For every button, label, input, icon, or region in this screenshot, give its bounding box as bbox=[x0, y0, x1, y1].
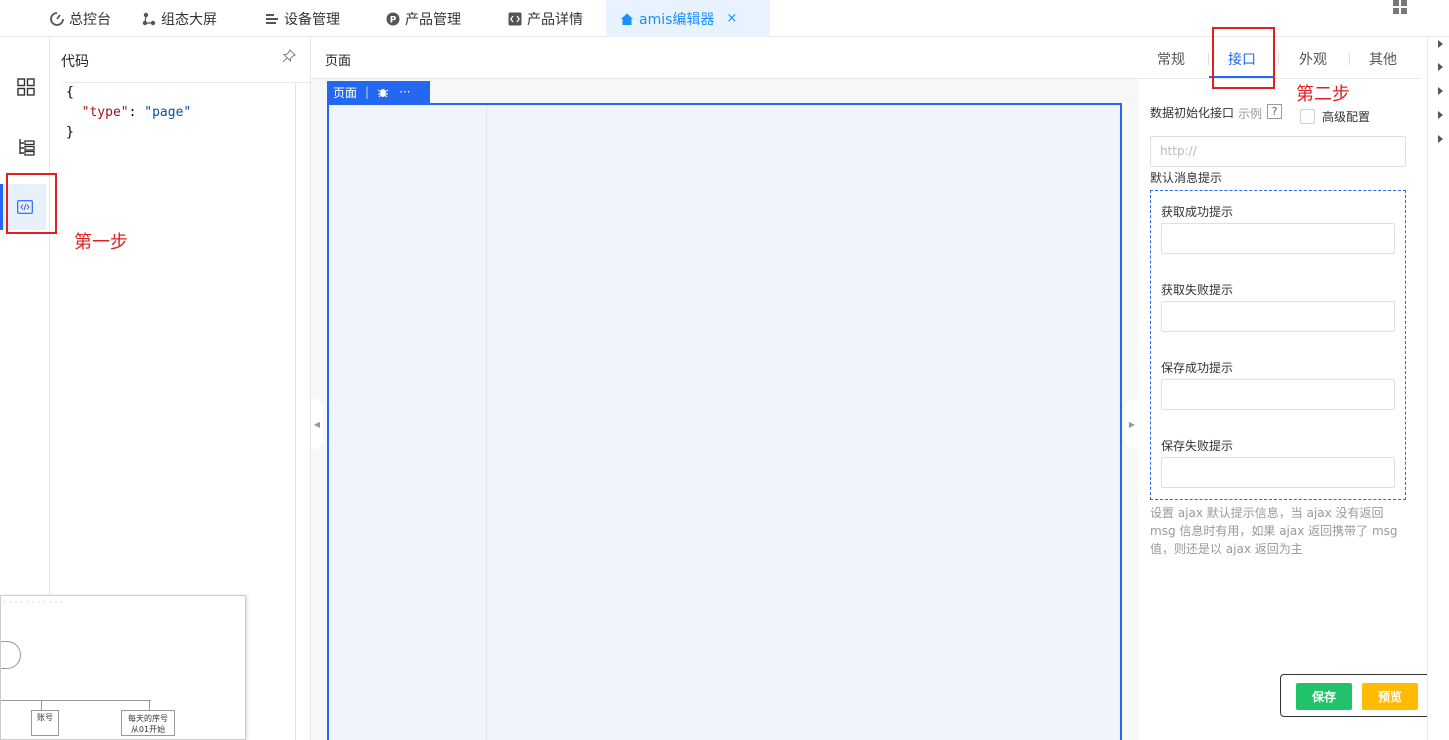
expand-arrow-icon[interactable] bbox=[1438, 87, 1443, 95]
tab-label: amis编辑器 bbox=[639, 11, 715, 28]
collapse-right-icon[interactable]: ▶ bbox=[1126, 399, 1138, 449]
canvas-title: 页面 bbox=[325, 54, 352, 69]
step2-highlight-box bbox=[1212, 27, 1275, 89]
diagram-thumbnail: · · · · · · · · · · · 账号 每天的序号 从01开始 bbox=[0, 595, 246, 740]
tab-appearance[interactable]: 外观 bbox=[1299, 49, 1327, 69]
expand-arrow-icon[interactable] bbox=[1438, 40, 1443, 48]
tab-amis-editor[interactable]: amis编辑器 × bbox=[606, 0, 770, 37]
code-line: } bbox=[66, 125, 74, 140]
page-chip-label: 页面 bbox=[333, 85, 358, 100]
code-value: "page" bbox=[144, 105, 192, 120]
code-icon bbox=[508, 12, 522, 26]
editor-canvas: 页面 页面 | ··· ◀ ▶ bbox=[311, 37, 1138, 740]
tab-divider bbox=[1349, 53, 1350, 65]
save-success-label: 保存成功提示 bbox=[1161, 361, 1234, 375]
expand-arrow-icon[interactable] bbox=[1438, 135, 1443, 143]
fetch-success-label: 获取成功提示 bbox=[1161, 205, 1234, 219]
components-grid-icon bbox=[17, 78, 35, 96]
tab-label: 设备管理 bbox=[284, 11, 340, 28]
fetch-success-input[interactable] bbox=[1161, 223, 1395, 254]
step1-highlight-box bbox=[6, 173, 57, 234]
diagram-node: 每天的序号 从01开始 bbox=[121, 710, 175, 736]
tab-other[interactable]: 其他 bbox=[1369, 49, 1397, 69]
tab-divider bbox=[1208, 53, 1209, 65]
save-success-input[interactable] bbox=[1161, 379, 1395, 410]
preview-button[interactable]: 预览 bbox=[1362, 683, 1418, 710]
diagram-node-text: 从01开始 bbox=[130, 725, 166, 734]
expand-arrow-icon[interactable] bbox=[1438, 63, 1443, 71]
diagram-connector bbox=[41, 700, 42, 710]
tab-dashboard[interactable]: 总控台 bbox=[50, 0, 111, 37]
message-config-group: 获取成功提示 获取失败提示 保存成功提示 保存失败提示 bbox=[1150, 190, 1406, 500]
default-msg-label: 默认消息提示 bbox=[1150, 171, 1223, 185]
code-line: { bbox=[66, 85, 74, 100]
settings-tabs: 常规 接口 外观 其他 bbox=[1138, 37, 1420, 79]
apps-grid-icon[interactable] bbox=[1393, 0, 1407, 14]
svg-text:P: P bbox=[390, 15, 397, 25]
init-api-url-input[interactable]: http:// bbox=[1150, 136, 1406, 167]
init-api-label: 数据初始化接口 bbox=[1150, 106, 1235, 120]
chip-divider: | bbox=[365, 85, 370, 99]
diagram-node: 账号 bbox=[31, 710, 59, 736]
tab-device-management[interactable]: 设备管理 bbox=[265, 0, 340, 37]
advanced-config-label: 高级配置 bbox=[1322, 110, 1371, 124]
collapse-left-icon[interactable]: ◀ bbox=[311, 399, 323, 449]
dashboard-icon bbox=[50, 11, 64, 26]
home-icon bbox=[620, 12, 634, 26]
action-bar: 保存 预览 bbox=[1280, 674, 1428, 717]
diagram-node bbox=[1, 641, 21, 669]
tab-label: 总控台 bbox=[69, 11, 111, 28]
expand-arrow-icon[interactable] bbox=[1438, 111, 1443, 119]
pin-icon[interactable] bbox=[282, 49, 296, 67]
advanced-config-checkbox[interactable] bbox=[1300, 109, 1315, 124]
code-scrollbar[interactable] bbox=[295, 83, 296, 740]
page-component-frame[interactable] bbox=[327, 103, 1122, 740]
page-selection-chip[interactable]: 页面 | ··· bbox=[327, 81, 430, 103]
tab-label: 产品管理 bbox=[405, 11, 461, 28]
tab-label: 产品详情 bbox=[527, 11, 583, 28]
right-side-strip bbox=[1427, 37, 1449, 740]
rail-outline-button[interactable] bbox=[3, 124, 49, 170]
help-icon[interactable]: ? bbox=[1267, 104, 1282, 119]
product-icon: P bbox=[386, 12, 400, 26]
settings-panel: 常规 接口 外观 其他 数据初始化接口 示例 ? 高级配置 http:// 默认… bbox=[1138, 37, 1427, 740]
code-key: "type" bbox=[81, 105, 129, 120]
page-aside-region bbox=[329, 105, 487, 740]
thumbnail-faint-text: · · · · · · · · · · · bbox=[3, 598, 64, 608]
tab-general[interactable]: 常规 bbox=[1157, 49, 1185, 69]
tab-product-management[interactable]: P 产品管理 bbox=[386, 0, 461, 37]
nodes-icon bbox=[142, 12, 156, 26]
fetch-failed-label: 获取失败提示 bbox=[1161, 283, 1234, 297]
tab-label: 组态大屏 bbox=[161, 11, 217, 28]
example-link[interactable]: 示例 bbox=[1238, 105, 1262, 122]
step1-annotation: 第一步 bbox=[74, 232, 128, 253]
close-icon[interactable]: × bbox=[726, 11, 737, 26]
canvas-header: 页面 bbox=[311, 37, 1138, 79]
diagram-node-text: 每天的序号 bbox=[128, 714, 168, 723]
diagram-connector bbox=[1, 700, 151, 701]
tab-scada-screen[interactable]: 组态大屏 bbox=[142, 0, 217, 37]
tab-product-detail[interactable]: 产品详情 bbox=[508, 0, 583, 37]
save-failed-input[interactable] bbox=[1161, 457, 1395, 488]
rail-components-button[interactable] bbox=[3, 64, 49, 110]
tab-divider bbox=[1278, 53, 1279, 65]
message-description: 设置 ajax 默认提示信息，当 ajax 没有返回 msg 信息时有用，如果 … bbox=[1150, 506, 1398, 556]
code-panel-title: 代码 bbox=[61, 54, 89, 70]
code-line: "type": "page" bbox=[81, 105, 192, 120]
save-failed-label: 保存失败提示 bbox=[1161, 439, 1234, 453]
diagram-connector bbox=[149, 700, 150, 710]
list-icon bbox=[265, 12, 279, 26]
fetch-failed-input[interactable] bbox=[1161, 301, 1395, 332]
debug-bug-icon[interactable] bbox=[377, 86, 389, 98]
outline-tree-icon bbox=[19, 139, 35, 156]
step2-annotation: 第二步 bbox=[1296, 84, 1350, 105]
editor-app: 总控台 组态大屏 设备管理 P 产品管理 产品详情 amis编辑器 × 代码 {… bbox=[0, 0, 1449, 740]
more-icon[interactable]: ··· bbox=[399, 85, 410, 99]
save-button[interactable]: 保存 bbox=[1296, 683, 1352, 710]
